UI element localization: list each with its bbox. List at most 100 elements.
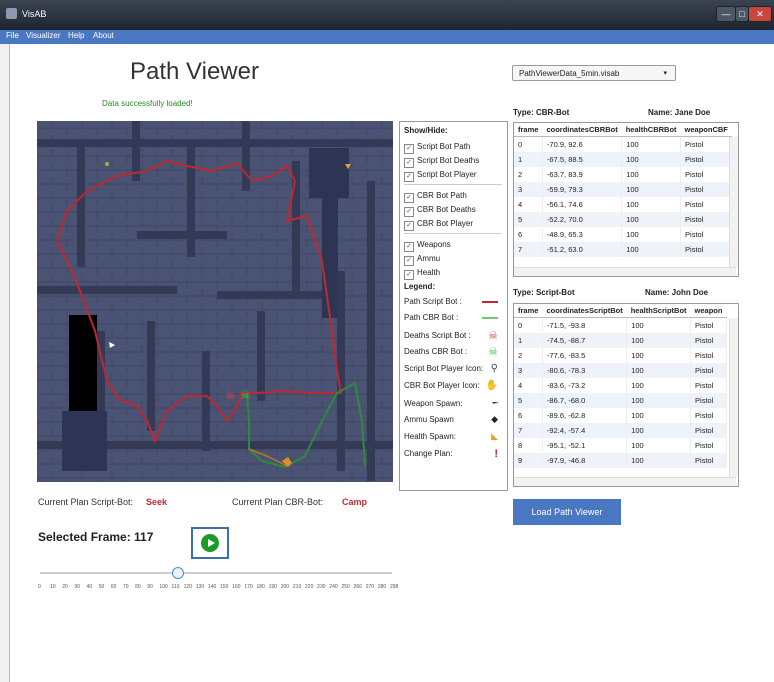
slider-tick-label: 260 [353, 584, 362, 590]
play-button[interactable] [191, 527, 229, 559]
slider-tick-label: 60 [110, 584, 117, 590]
table-row[interactable]: 3 -80.6, -78.3 100 Pistol [514, 363, 727, 378]
map-canvas[interactable]: ☠ ☠ [37, 121, 393, 482]
table-row[interactable]: 5 -52.2, 70.0 100 Pistol [514, 212, 733, 227]
table-row[interactable]: 5 -86.7, -68.0 100 Pistol [514, 393, 727, 408]
toggle-health[interactable]: ✓ Health [404, 267, 440, 280]
slider-tick-label: 20 [62, 584, 68, 590]
checkbox-icon[interactable]: ✓ [404, 158, 414, 168]
menu-file[interactable]: File [6, 31, 19, 40]
toggle-script-bot-player[interactable]: ✓ Script Bot Player [404, 169, 477, 182]
slider-thumb[interactable] [172, 567, 185, 579]
menu-visualizer[interactable]: Visualizer [26, 31, 61, 40]
cbr-plan-label: Current Plan CBR-Bot: [232, 497, 324, 507]
table-row[interactable]: 6 -48.9, 65.3 100 Pistol [514, 227, 733, 242]
table-row[interactable]: 0 -70.9, 92.6 100 Pistol [514, 136, 733, 152]
column-header[interactable]: weaponCBF [680, 123, 732, 137]
table-cell: 100 [621, 212, 682, 227]
table-cell: 100 [626, 363, 692, 378]
table-cell: 9 [514, 453, 543, 468]
frame-slider[interactable] [40, 567, 392, 579]
cbr-plan-value: Camp [342, 497, 368, 507]
menu-help[interactable]: Help [68, 31, 84, 40]
toggle-weapons[interactable]: ✓ Weapons [404, 239, 451, 252]
slider-tick-label: 170 [244, 584, 253, 590]
weapon-icon: ╾ [492, 399, 498, 409]
vertical-scrollbar[interactable] [729, 137, 738, 267]
table-cell: 100 [626, 348, 692, 363]
table-cell: 0 [514, 136, 543, 152]
cbr-player-icon: ✋ [485, 380, 498, 391]
slider-tick-label: 120 [183, 584, 192, 590]
table-row[interactable]: 4 -83.6, -73.2 100 Pistol [514, 378, 727, 393]
cbr-type-label: Type: CBR-Bot [513, 108, 570, 117]
file-select-dropdown[interactable]: PathViewerData_5min.visab ▾ [512, 65, 676, 81]
toggle-ammu[interactable]: ✓ Ammu [404, 253, 440, 266]
table-cell: Pistol [690, 453, 727, 468]
table-row[interactable]: 8 -95.1, -52.1 100 Pistol [514, 438, 727, 453]
table-row[interactable]: 9 -97.9, -46.8 100 Pistol [514, 453, 727, 468]
table-row[interactable]: 3 -59.9, 79.3 100 Pistol [514, 182, 733, 197]
toggle-cbr-bot-path[interactable]: ✓ CBR Bot Path [404, 190, 467, 203]
toggle-cbr-bot-player[interactable]: ✓ CBR Bot Player [404, 218, 473, 231]
table-row[interactable]: 2 -77.6, -83.5 100 Pistol [514, 348, 727, 363]
table-cell: 100 [626, 317, 692, 333]
close-button[interactable]: ✕ [748, 6, 772, 22]
table-cell: -95.1, -52.1 [542, 438, 628, 453]
table-cell: 100 [621, 197, 682, 212]
checkbox-icon[interactable]: ✓ [404, 172, 414, 182]
checkbox-icon[interactable]: ✓ [404, 270, 414, 280]
column-header[interactable]: healthCBRBot [621, 123, 681, 137]
table-row[interactable]: 7 -51.2, 63.0 100 Pistol [514, 242, 733, 257]
checkbox-icon[interactable]: ✓ [404, 207, 414, 217]
script-table[interactable]: frame coordinatesScriptBot healthScriptBot… [513, 303, 739, 487]
checkbox-icon[interactable]: ✓ [404, 144, 414, 154]
toggle-script-bot-deaths[interactable]: ✓ Script Bot Deaths [404, 155, 479, 168]
script-plan-label: Current Plan Script-Bot: [38, 497, 134, 507]
table-row[interactable]: 6 -89.6, -62.8 100 Pistol [514, 408, 727, 423]
column-header[interactable]: coordinatesCBRBot [542, 123, 622, 137]
table-row[interactable]: 0 -71.5, -93.8 100 Pistol [514, 317, 727, 333]
table-cell: 100 [626, 423, 692, 438]
script-bot-death-icon: ☠ [225, 388, 236, 402]
maximize-button[interactable]: □ [735, 6, 749, 22]
column-header[interactable]: frame [514, 123, 543, 137]
column-header[interactable]: coordinatesScriptBot [542, 304, 627, 318]
script-type-label: Type: Script-Bot [513, 288, 575, 297]
checkbox-icon[interactable]: ✓ [404, 256, 414, 266]
slider-tick-label: 110 [171, 584, 180, 590]
table-cell: 2 [514, 167, 543, 182]
minimize-button[interactable]: — [716, 6, 736, 22]
table-cell: Pistol [680, 242, 733, 257]
checkbox-icon[interactable]: ✓ [404, 242, 414, 252]
horizontal-scrollbar[interactable] [514, 477, 736, 486]
checkbox-icon[interactable]: ✓ [404, 193, 414, 203]
legend-cbr-bot-player-icon: CBR Bot Player Icon: ✋ [404, 380, 498, 391]
slider-tick-label: 240 [329, 584, 338, 590]
column-header[interactable]: weapon [690, 304, 727, 318]
table-row[interactable]: 2 -63.7, 83.9 100 Pistol [514, 167, 733, 182]
column-header[interactable]: healthScriptBot [626, 304, 691, 318]
exclamation-icon: ! [494, 448, 498, 460]
table-cell: -97.9, -46.8 [542, 453, 628, 468]
vertical-scrollbar[interactable] [729, 318, 738, 477]
table-row[interactable]: 1 -74.5, -88.7 100 Pistol [514, 333, 727, 348]
table-row[interactable]: 4 -56.1, 74.6 100 Pistol [514, 197, 733, 212]
table-cell: 3 [514, 363, 543, 378]
toggle-script-bot-path[interactable]: ✓ Script Bot Path [404, 141, 470, 154]
load-path-viewer-button[interactable]: Load Path Viewer [513, 499, 621, 525]
horizontal-scrollbar[interactable] [514, 267, 736, 276]
legend-script-bot-player-icon: Script Bot Player Icon: ⚲ [404, 363, 498, 374]
table-cell: Pistol [690, 363, 727, 378]
legend-path-script-bot: Path Script Bot : [404, 296, 502, 308]
table-row[interactable]: 7 -92.4, -57.4 100 Pistol [514, 423, 727, 438]
table-cell: Pistol [690, 378, 727, 393]
menu-about[interactable]: About [93, 31, 114, 40]
cbr-table[interactable]: frame coordinatesCBRBot healthCBRBot weapon… [513, 122, 739, 277]
slider-tick-label: 150 [220, 584, 229, 590]
checkbox-icon[interactable]: ✓ [404, 221, 414, 231]
table-row[interactable]: 1 -67.5, 88.5 100 Pistol [514, 152, 733, 167]
slider-tick-label: 160 [232, 584, 241, 590]
toggle-cbr-bot-deaths[interactable]: ✓ CBR Bot Deaths [404, 204, 476, 217]
column-header[interactable]: frame [514, 304, 543, 318]
